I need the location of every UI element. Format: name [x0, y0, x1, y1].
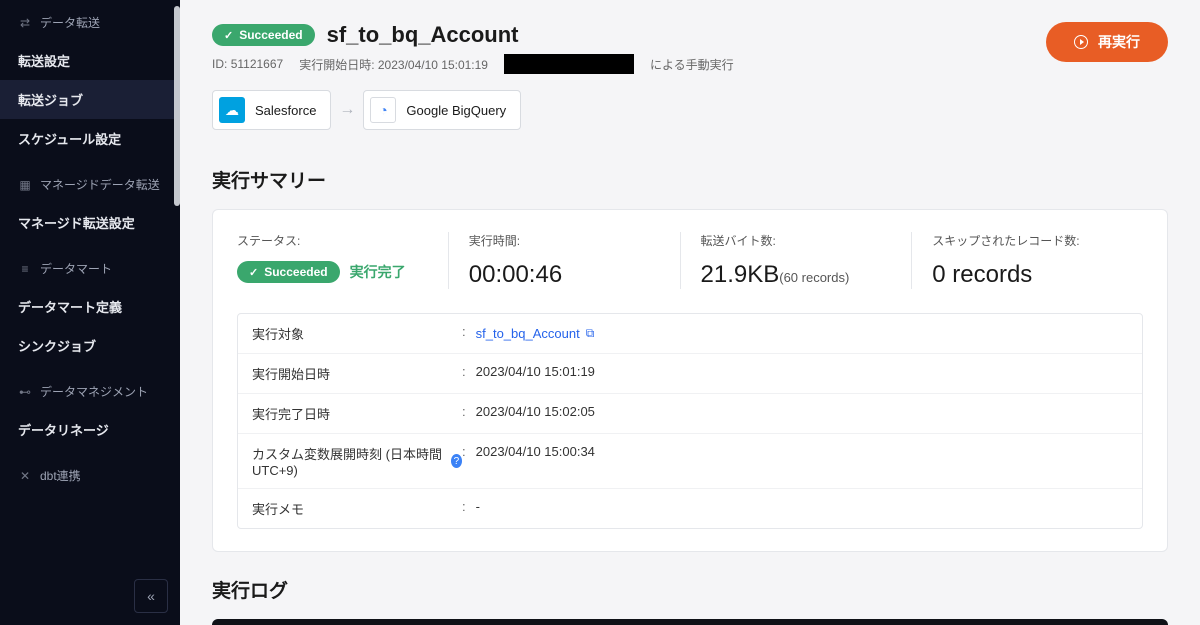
detail-row-end: 実行完了日時 : 2023/04/10 15:02:05	[238, 393, 1142, 433]
bigquery-icon: ◔	[370, 97, 396, 123]
detail-row-start: 実行開始日時 : 2023/04/10 15:01:19	[238, 353, 1142, 393]
bytes-value: 21.9KB(60 records)	[701, 261, 892, 289]
summary-status-text: 実行完了	[350, 262, 406, 282]
sidebar-item-datamart-def[interactable]: データマート定義	[0, 287, 180, 326]
sidebar-header-transfer: ⇄データ転送	[0, 14, 180, 41]
play-icon	[1074, 35, 1088, 49]
duration-label: 実行時間:	[469, 232, 660, 249]
external-link-icon: ⧉	[586, 326, 595, 341]
lineage-icon: ⊷	[18, 387, 32, 397]
sidebar-item-managed-settings[interactable]: マネージド転送設定	[0, 203, 180, 242]
status-badge: Succeeded	[212, 24, 315, 46]
target-link[interactable]: sf_to_bq_Account⧉	[476, 324, 595, 343]
managed-icon: ▦	[18, 180, 32, 190]
detail-table: 実行対象 : sf_to_bq_Account⧉ 実行開始日時 : 2023/0…	[237, 313, 1143, 529]
summary-card: ステータス: Succeeded 実行完了 実行時間: 00:00:46 転送バ…	[212, 209, 1168, 552]
detail-row-memo: 実行メモ : -	[238, 488, 1142, 528]
duration-value: 00:00:46	[469, 261, 660, 289]
arrow-icon: →	[339, 101, 355, 119]
detail-row-custom: カスタム変数展開時刻 (日本時間 UTC+9)? : 2023/04/10 15…	[238, 433, 1142, 488]
sidebar-header-dbt: ✕dbt連携	[0, 467, 180, 494]
main-content: 再実行 Succeeded sf_to_bq_Account ID: 51121…	[180, 0, 1200, 625]
summary-title: 実行サマリー	[212, 166, 1168, 193]
log-title: 実行ログ	[212, 576, 1168, 603]
sidebar-item-sync-job[interactable]: シンクジョブ	[0, 326, 180, 365]
meta-row: ID: 51121667 実行開始日時: 2023/04/10 15:01:19…	[212, 54, 1168, 74]
executor-redacted	[504, 54, 634, 74]
detail-row-target: 実行対象 : sf_to_bq_Account⧉	[238, 314, 1142, 353]
database-icon: ≡	[18, 264, 32, 274]
log-box[interactable]: 2023-04-10 06:00:35.970 +0000 Preparing …	[212, 619, 1168, 625]
connector-row: ☁ Salesforce → ◔ Google BigQuery	[212, 90, 1168, 130]
source-connector[interactable]: ☁ Salesforce	[212, 90, 331, 130]
bytes-label: 転送バイト数:	[701, 232, 892, 249]
executor-suffix: による手動実行	[650, 56, 734, 73]
salesforce-icon: ☁	[219, 97, 245, 123]
sidebar-item-transfer-job[interactable]: 転送ジョブ	[0, 80, 180, 119]
sidebar: ⇄データ転送 転送設定 転送ジョブ スケジュール設定 ▦マネージドデータ転送 マ…	[0, 0, 180, 625]
sidebar-item-lineage[interactable]: データリネージ	[0, 410, 180, 449]
id-label: ID: 51121667	[212, 57, 283, 71]
page-header: Succeeded sf_to_bq_Account	[212, 22, 1168, 48]
sidebar-header-managed: ▦マネージドデータ転送	[0, 176, 180, 203]
skipped-label: スキップされたレコード数:	[932, 232, 1123, 249]
dbt-icon: ✕	[18, 471, 32, 481]
destination-connector[interactable]: ◔ Google BigQuery	[363, 90, 521, 130]
sidebar-item-schedule[interactable]: スケジュール設定	[0, 119, 180, 158]
summary-status-badge: Succeeded	[237, 261, 340, 283]
sidebar-item-transfer-settings[interactable]: 転送設定	[0, 41, 180, 80]
status-label: ステータス:	[237, 232, 428, 249]
collapse-sidebar-button[interactable]: «	[134, 579, 168, 613]
sidebar-header-datamart: ≡データマート	[0, 260, 180, 287]
page-title: sf_to_bq_Account	[327, 22, 519, 48]
skipped-value: 0 records	[932, 261, 1123, 289]
transfer-icon: ⇄	[18, 18, 32, 28]
sidebar-header-datamgmt: ⊷データマネジメント	[0, 383, 180, 410]
rerun-button[interactable]: 再実行	[1046, 22, 1168, 62]
help-icon[interactable]: ?	[451, 454, 462, 468]
start-time: 実行開始日時: 2023/04/10 15:01:19	[299, 56, 488, 73]
